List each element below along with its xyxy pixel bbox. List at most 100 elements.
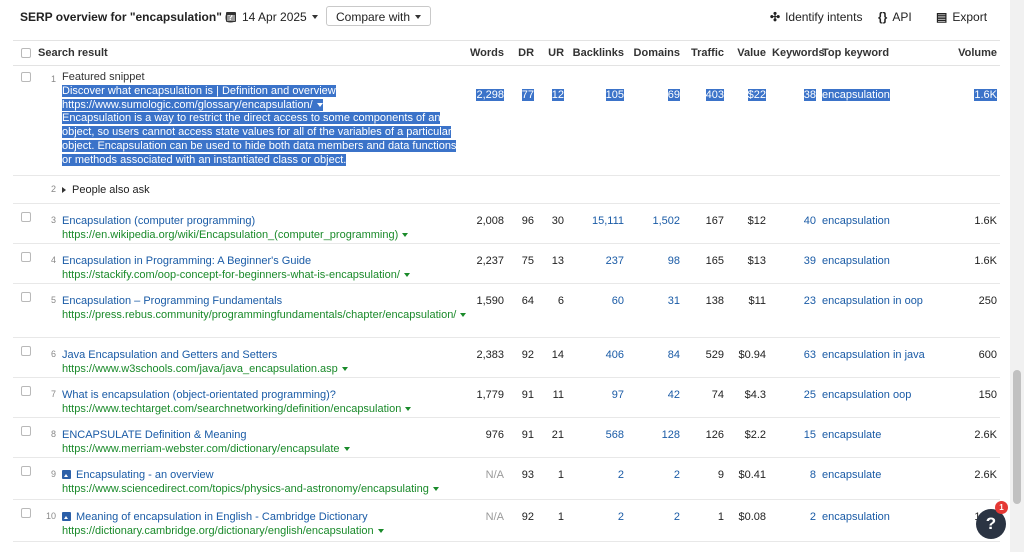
keywords-link[interactable]: 23 bbox=[772, 284, 816, 308]
result-url[interactable]: https://dictionary.cambridge.org/diction… bbox=[62, 525, 374, 537]
top-keyword-link[interactable]: encapsulation bbox=[822, 89, 890, 101]
value-value: $0.41 bbox=[738, 469, 767, 481]
row-checkbox[interactable] bbox=[21, 212, 31, 222]
backlinks-link[interactable]: 2 bbox=[570, 500, 624, 524]
backlinks-link[interactable]: 237 bbox=[570, 244, 624, 268]
chevron-down-icon bbox=[415, 15, 422, 19]
backlinks-link[interactable]: 105 bbox=[605, 89, 625, 101]
result-title-link[interactable]: ENCAPSULATE Definition & Meaning bbox=[62, 429, 246, 441]
featured-url[interactable]: https://www.sumologic.com/glossary/encap… bbox=[62, 99, 313, 111]
keywords-link[interactable]: 8 bbox=[772, 458, 816, 482]
table-row: 5 Encapsulation – Programming Fundamental… bbox=[13, 283, 1001, 338]
keywords-link[interactable]: 25 bbox=[772, 378, 816, 402]
scrollbar[interactable] bbox=[1010, 0, 1024, 552]
date-picker[interactable]: 14 Apr 2025 bbox=[226, 10, 318, 24]
row-checkbox[interactable] bbox=[21, 508, 31, 518]
col-value[interactable]: Value bbox=[727, 40, 770, 66]
domains-link[interactable]: 1,502 bbox=[630, 204, 680, 228]
keywords-link[interactable]: 39 bbox=[772, 244, 816, 268]
top-keyword-link[interactable]: encapsulation bbox=[822, 204, 946, 228]
result-url[interactable]: https://stackify.com/oop-concept-for-beg… bbox=[62, 269, 400, 281]
url-dropdown-icon[interactable] bbox=[341, 367, 348, 371]
col-words[interactable]: Words bbox=[455, 40, 508, 66]
row-checkbox[interactable] bbox=[21, 386, 31, 396]
domains-link[interactable]: 2 bbox=[630, 500, 680, 524]
keywords-link[interactable]: 2 bbox=[772, 500, 816, 524]
result-url[interactable]: https://www.sciencedirect.com/topics/phy… bbox=[62, 483, 429, 495]
domains-link[interactable]: 2 bbox=[630, 458, 680, 482]
top-keyword-link[interactable]: encapsulate bbox=[822, 418, 946, 442]
url-dropdown-icon[interactable] bbox=[316, 102, 323, 107]
url-dropdown-icon[interactable] bbox=[402, 233, 409, 237]
ur-value: 21 bbox=[551, 429, 565, 441]
people-also-ask-row[interactable]: 2 People also ask bbox=[13, 175, 1001, 204]
backlinks-link[interactable]: 568 bbox=[570, 418, 624, 442]
col-dr[interactable]: DR bbox=[507, 40, 538, 66]
domains-link[interactable]: 84 bbox=[630, 338, 680, 362]
col-top-keyword[interactable]: Top keyword bbox=[819, 40, 950, 66]
col-backlinks[interactable]: Backlinks bbox=[567, 40, 628, 66]
keywords-link[interactable]: 38 bbox=[803, 89, 817, 101]
featured-snippet-label: Featured snippet bbox=[62, 71, 145, 83]
row-checkbox[interactable] bbox=[21, 292, 31, 302]
col-domains[interactable]: Domains bbox=[627, 40, 684, 66]
expand-icon[interactable] bbox=[62, 187, 66, 193]
scrollbar-thumb[interactable] bbox=[1013, 370, 1021, 504]
col-traffic[interactable]: Traffic bbox=[683, 40, 728, 66]
backlinks-link[interactable]: 15,111 bbox=[570, 204, 624, 228]
row-checkbox[interactable] bbox=[21, 346, 31, 356]
row-checkbox[interactable] bbox=[21, 466, 31, 476]
result-title-link[interactable]: Encapsulating - an overview bbox=[76, 469, 214, 481]
top-keyword-link[interactable]: encapsulation bbox=[822, 244, 946, 268]
domains-link[interactable]: 98 bbox=[630, 244, 680, 268]
result-title-link[interactable]: What is encapsulation (object-orientated… bbox=[62, 389, 336, 401]
url-dropdown-icon[interactable] bbox=[377, 529, 384, 533]
url-dropdown-icon[interactable] bbox=[432, 487, 439, 491]
top-keyword-link[interactable]: encapsulation in java bbox=[822, 338, 946, 362]
col-search-result[interactable]: Search result bbox=[35, 40, 456, 66]
keywords-link[interactable]: 15 bbox=[772, 418, 816, 442]
dr-value: 64 bbox=[521, 295, 535, 307]
keywords-link[interactable]: 40 bbox=[772, 204, 816, 228]
result-url[interactable]: https://www.w3schools.com/java/java_enca… bbox=[62, 363, 338, 375]
select-all-checkbox[interactable] bbox=[13, 40, 35, 66]
featured-title[interactable]: Discover what encapsulation is | Definit… bbox=[62, 84, 336, 97]
domains-link[interactable]: 31 bbox=[630, 284, 680, 308]
row-checkbox[interactable] bbox=[21, 426, 31, 436]
col-volume[interactable]: Volume bbox=[949, 40, 1001, 66]
result-url[interactable]: https://www.techtarget.com/searchnetwork… bbox=[62, 403, 401, 415]
url-dropdown-icon[interactable] bbox=[460, 313, 467, 317]
result-url[interactable]: https://www.merriam-webster.com/dictiona… bbox=[62, 443, 340, 455]
col-ur[interactable]: UR bbox=[537, 40, 568, 66]
row-checkbox[interactable] bbox=[21, 72, 31, 82]
url-dropdown-icon[interactable] bbox=[343, 447, 350, 451]
backlinks-link[interactable]: 2 bbox=[570, 458, 624, 482]
domains-link[interactable]: 69 bbox=[667, 89, 681, 101]
result-title-link[interactable]: Encapsulation – Programming Fundamentals bbox=[62, 295, 282, 307]
result-title-link[interactable]: Meaning of encapsulation in English - Ca… bbox=[76, 511, 368, 523]
top-keyword-link[interactable]: encapsulation in oop bbox=[822, 284, 946, 308]
backlinks-link[interactable]: 406 bbox=[570, 338, 624, 362]
result-title-link[interactable]: Encapsulation (computer programming) bbox=[62, 215, 255, 227]
export-button[interactable]: ▤ Export bbox=[936, 10, 987, 24]
compare-with-dropdown[interactable]: Compare with bbox=[326, 6, 432, 26]
backlinks-link[interactable]: 97 bbox=[570, 378, 624, 402]
col-keywords[interactable]: Keywords bbox=[769, 40, 825, 66]
result-url[interactable]: https://press.rebus.community/programmin… bbox=[62, 309, 456, 321]
domains-link[interactable]: 42 bbox=[630, 378, 680, 402]
top-keyword-link[interactable]: encapsulation bbox=[822, 500, 946, 524]
top-keyword-link[interactable]: encapsulate bbox=[822, 458, 946, 482]
backlinks-link[interactable]: 60 bbox=[570, 284, 624, 308]
row-checkbox[interactable] bbox=[21, 252, 31, 262]
api-button[interactable]: {} API bbox=[878, 10, 912, 24]
result-title-link[interactable]: Java Encapsulation and Getters and Sette… bbox=[62, 349, 277, 361]
result-url[interactable]: https://en.wikipedia.org/wiki/Encapsulat… bbox=[62, 229, 398, 241]
keywords-link[interactable]: 63 bbox=[772, 338, 816, 362]
result-title-link[interactable]: Encapsulation in Programming: A Beginner… bbox=[62, 255, 311, 267]
top-keyword-link[interactable]: encapsulation oop bbox=[822, 378, 946, 402]
url-dropdown-icon[interactable] bbox=[403, 273, 410, 277]
url-dropdown-icon[interactable] bbox=[405, 407, 412, 411]
identify-intents-button[interactable]: ✣ Identify intents bbox=[770, 10, 862, 24]
domains-link[interactable]: 128 bbox=[630, 418, 680, 442]
words-value: 2,008 bbox=[476, 215, 505, 227]
